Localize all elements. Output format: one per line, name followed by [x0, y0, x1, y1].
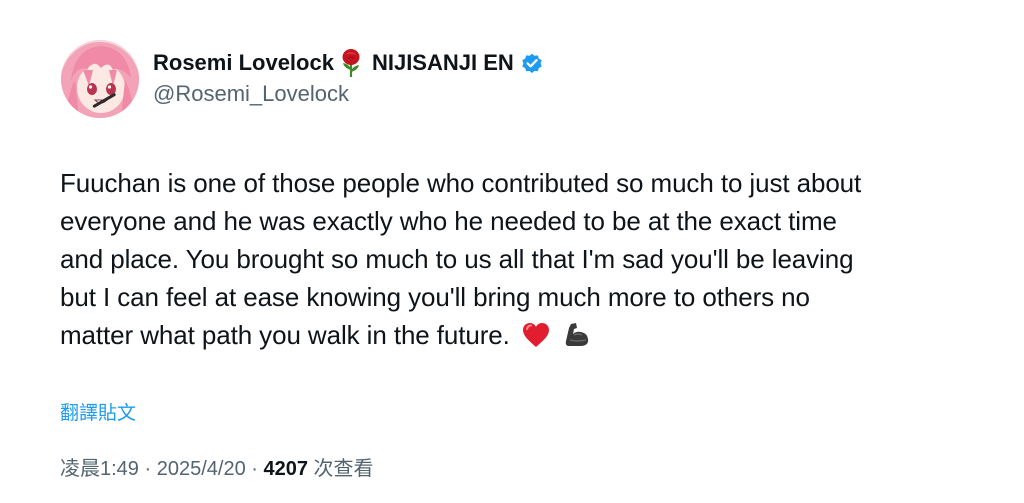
avatar-image — [61, 40, 139, 118]
post-date[interactable]: 2025/4/20 — [157, 458, 246, 480]
tweet-card: Rosemi Lovelock NIJISANJI EN @Rosemi_Lov… — [0, 0, 1024, 503]
post-time[interactable]: 凌晨1:49 — [60, 458, 139, 480]
rose-icon — [338, 48, 364, 78]
tweet-line: everyone and he was exactly who he neede… — [60, 206, 837, 236]
display-name-first[interactable]: Rosemi Lovelock — [153, 50, 334, 76]
translate-post-link[interactable]: 翻譯貼文 — [60, 398, 136, 425]
display-name-second[interactable]: NIJISANJI EN — [372, 50, 514, 76]
meta-separator: · — [245, 458, 264, 480]
display-name-row[interactable]: Rosemi Lovelock NIJISANJI EN — [153, 47, 544, 79]
tweet-line: but I can feel at ease knowing you'll br… — [60, 282, 810, 312]
tweet-line: Fuuchan is one of those people who contr… — [60, 168, 862, 198]
flexed-biceps-icon — [562, 320, 592, 350]
tweet-line: and place. You brought so much to us all… — [60, 244, 854, 274]
tweet-line-last: matter what path you walk in the future. — [60, 316, 960, 354]
views-label: 次查看 — [313, 458, 374, 480]
tweet-line: matter what path you walk in the future. — [60, 320, 510, 350]
red-heart-icon — [521, 320, 551, 350]
author-block: Rosemi Lovelock NIJISANJI EN @Rosemi_Lov… — [153, 47, 544, 107]
views-count: 4207 — [263, 458, 308, 480]
meta-separator: · — [138, 458, 157, 480]
avatar[interactable] — [61, 40, 139, 118]
user-handle[interactable]: @Rosemi_Lovelock — [153, 81, 544, 107]
tweet-body: Fuuchan is one of those people who contr… — [60, 164, 960, 354]
tweet-meta: 凌晨1:49 · 2025/4/20 · 4207 次查看 — [60, 452, 374, 481]
verified-badge-icon — [520, 51, 544, 75]
